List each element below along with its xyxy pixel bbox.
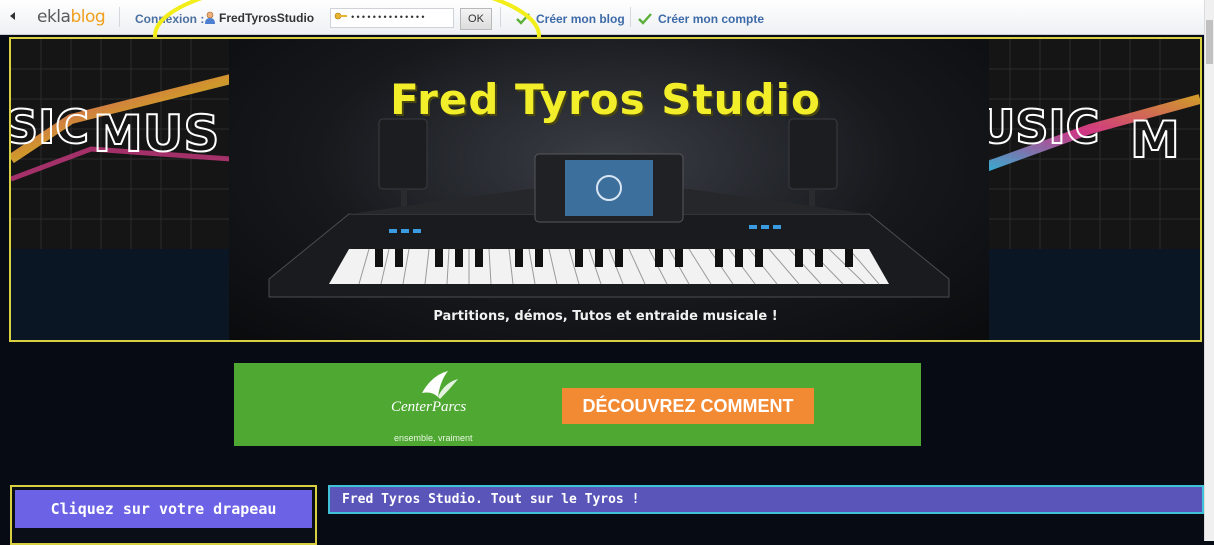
create-account-label: Créer mon compte <box>658 12 765 26</box>
divider <box>500 7 501 27</box>
advertisement-banner[interactable]: CenterParcs ensemble, vraiment DÉCOUVREZ… <box>234 363 921 446</box>
page-scrollbar[interactable] <box>1204 0 1214 541</box>
music-art-image: USIC M <box>980 39 1200 249</box>
checkmark-icon <box>516 13 530 25</box>
scrollbar-thumb[interactable] <box>1206 20 1213 64</box>
password-input[interactable]: •••••••••••••• <box>330 8 454 28</box>
ad-cta-button[interactable]: DÉCOUVREZ COMMENT <box>562 388 814 424</box>
username-text: FredTyrosStudio <box>219 11 315 25</box>
ad-slogan: ensemble, vraiment <box>394 433 473 443</box>
eklablog-logo[interactable]: eklablog <box>37 7 106 27</box>
language-flag-box: Cliquez sur votre drapeau <box>10 485 317 545</box>
create-blog-label: Créer mon blog <box>536 12 625 26</box>
user-icon <box>205 11 215 24</box>
leaf-logo-icon <box>422 371 458 399</box>
divider <box>119 7 120 27</box>
divider <box>630 7 631 27</box>
music-art-image: SIC MUS <box>11 39 231 249</box>
logo-text-ekla: ekla <box>37 7 71 27</box>
header-banner: SIC MUS USIC M Fred Tyros Studio Partiti… <box>9 37 1202 342</box>
key-icon <box>334 12 347 20</box>
back-arrow-icon[interactable] <box>10 12 15 20</box>
flag-box-title: Cliquez sur votre drapeau <box>15 490 312 528</box>
eklablog-toolbar: eklablog Connexion : FredTyrosStudio •••… <box>0 0 1214 35</box>
post-title-bar[interactable]: Fred Tyros Studio. Tout sur le Tyros ! <box>328 485 1204 514</box>
ok-button[interactable]: OK <box>460 8 492 30</box>
create-blog-link[interactable]: Créer mon blog <box>516 12 625 26</box>
connexion-label: Connexion : <box>135 12 205 26</box>
centerparcs-logo-text: CenterParcs <box>391 399 467 415</box>
logo-text-blog: blog <box>70 7 106 27</box>
site-tagline: Partitions, démos, Tutos et entraide mus… <box>433 309 778 324</box>
username-display[interactable]: FredTyrosStudio <box>204 11 314 25</box>
checkmark-icon <box>638 13 652 25</box>
password-mask: •••••••••••••• <box>350 13 426 23</box>
site-title[interactable]: Fred Tyros Studio <box>11 75 1200 124</box>
create-account-link[interactable]: Créer mon compte <box>638 12 764 26</box>
